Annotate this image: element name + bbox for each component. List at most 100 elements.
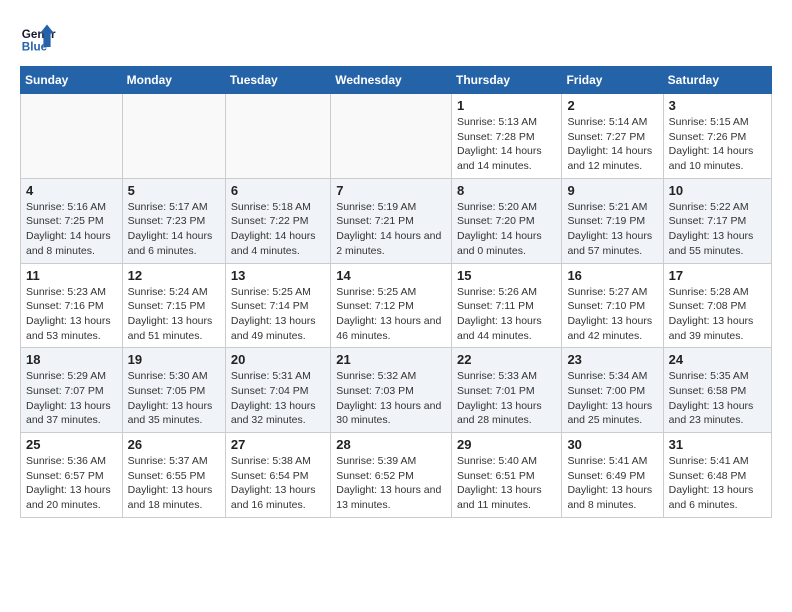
day-number: 13 (231, 268, 325, 283)
day-info: Sunrise: 5:25 AM Sunset: 7:12 PM Dayligh… (336, 285, 446, 344)
calendar-table: SundayMondayTuesdayWednesdayThursdayFrid… (20, 66, 772, 518)
day-number: 2 (567, 98, 657, 113)
calendar-cell: 26 Sunrise: 5:37 AM Sunset: 6:55 PM Dayli… (122, 433, 225, 518)
day-number: 21 (336, 352, 446, 367)
day-number: 30 (567, 437, 657, 452)
day-info: Sunrise: 5:31 AM Sunset: 7:04 PM Dayligh… (231, 369, 325, 428)
day-number: 3 (669, 98, 766, 113)
day-info: Sunrise: 5:34 AM Sunset: 7:00 PM Dayligh… (567, 369, 657, 428)
day-info: Sunrise: 5:29 AM Sunset: 7:07 PM Dayligh… (26, 369, 117, 428)
calendar-cell: 5Sunrise: 5:17 AM Sunset: 7:23 PM Daylig… (122, 178, 225, 263)
calendar-week-3: 11Sunrise: 5:23 AM Sunset: 7:16 PM Dayli… (21, 263, 772, 348)
day-info: Sunrise: 5:30 AM Sunset: 7:05 PM Dayligh… (128, 369, 220, 428)
day-number: 26 (128, 437, 220, 452)
calendar-cell: 23 Sunrise: 5:34 AM Sunset: 7:00 PM Dayli… (562, 348, 663, 433)
day-number: 9 (567, 183, 657, 198)
day-number: 19 (128, 352, 220, 367)
calendar-cell: 12 Sunrise: 5:24 AM Sunset: 7:15 PM Dayli… (122, 263, 225, 348)
day-info: Sunrise: 5:28 AM Sunset: 7:08 PM Dayligh… (669, 285, 766, 344)
calendar-cell: 28 Sunrise: 5:39 AM Sunset: 6:52 PM Dayli… (331, 433, 452, 518)
weekday-header-friday: Friday (562, 67, 663, 94)
day-info: Sunrise: 5:33 AM Sunset: 7:01 PM Dayligh… (457, 369, 556, 428)
calendar-cell: 7 Sunrise: 5:19 AM Sunset: 7:21 PM Daylig… (331, 178, 452, 263)
weekday-header-wednesday: Wednesday (331, 67, 452, 94)
calendar-week-5: 25Sunrise: 5:36 AM Sunset: 6:57 PM Dayli… (21, 433, 772, 518)
calendar-cell: 14 Sunrise: 5:25 AM Sunset: 7:12 PM Dayli… (331, 263, 452, 348)
day-number: 15 (457, 268, 556, 283)
day-number: 29 (457, 437, 556, 452)
calendar-cell: 6 Sunrise: 5:18 AM Sunset: 7:22 PM Daylig… (225, 178, 330, 263)
calendar-cell: 8Sunrise: 5:20 AM Sunset: 7:20 PM Daylig… (451, 178, 561, 263)
calendar-cell: 21Sunrise: 5:32 AM Sunset: 7:03 PM Dayli… (331, 348, 452, 433)
day-number: 24 (669, 352, 766, 367)
day-info: Sunrise: 5:16 AM Sunset: 7:25 PM Dayligh… (26, 200, 117, 259)
day-number: 25 (26, 437, 117, 452)
day-number: 23 (567, 352, 657, 367)
day-number: 10 (669, 183, 766, 198)
weekday-header-sunday: Sunday (21, 67, 123, 94)
day-number: 1 (457, 98, 556, 113)
calendar-cell (21, 94, 123, 179)
calendar-cell: 9 Sunrise: 5:21 AM Sunset: 7:19 PM Daylig… (562, 178, 663, 263)
day-number: 14 (336, 268, 446, 283)
day-info: Sunrise: 5:23 AM Sunset: 7:16 PM Dayligh… (26, 285, 117, 344)
calendar-cell: 22 Sunrise: 5:33 AM Sunset: 7:01 PM Dayli… (451, 348, 561, 433)
day-number: 17 (669, 268, 766, 283)
day-number: 4 (26, 183, 117, 198)
day-info: Sunrise: 5:19 AM Sunset: 7:21 PM Dayligh… (336, 200, 446, 259)
day-info: Sunrise: 5:40 AM Sunset: 6:51 PM Dayligh… (457, 454, 556, 513)
day-info: Sunrise: 5:41 AM Sunset: 6:48 PM Dayligh… (669, 454, 766, 513)
calendar-cell (225, 94, 330, 179)
page-header: General Blue (20, 20, 772, 56)
day-info: Sunrise: 5:18 AM Sunset: 7:22 PM Dayligh… (231, 200, 325, 259)
day-info: Sunrise: 5:41 AM Sunset: 6:49 PM Dayligh… (567, 454, 657, 513)
calendar-cell: 1 Sunrise: 5:13 AM Sunset: 7:28 PM Daylig… (451, 94, 561, 179)
day-info: Sunrise: 5:21 AM Sunset: 7:19 PM Dayligh… (567, 200, 657, 259)
day-number: 16 (567, 268, 657, 283)
day-info: Sunrise: 5:13 AM Sunset: 7:28 PM Dayligh… (457, 115, 556, 174)
logo: General Blue (20, 20, 56, 56)
calendar-cell: 16 Sunrise: 5:27 AM Sunset: 7:10 PM Dayli… (562, 263, 663, 348)
day-info: Sunrise: 5:25 AM Sunset: 7:14 PM Dayligh… (231, 285, 325, 344)
day-info: Sunrise: 5:26 AM Sunset: 7:11 PM Dayligh… (457, 285, 556, 344)
calendar-cell: 29 Sunrise: 5:40 AM Sunset: 6:51 PM Dayli… (451, 433, 561, 518)
calendar-cell: 25Sunrise: 5:36 AM Sunset: 6:57 PM Dayli… (21, 433, 123, 518)
day-info: Sunrise: 5:38 AM Sunset: 6:54 PM Dayligh… (231, 454, 325, 513)
day-number: 7 (336, 183, 446, 198)
day-info: Sunrise: 5:39 AM Sunset: 6:52 PM Dayligh… (336, 454, 446, 513)
day-number: 5 (128, 183, 220, 198)
calendar-cell: 24 Sunrise: 5:35 AM Sunset: 6:58 PM Dayli… (663, 348, 771, 433)
day-info: Sunrise: 5:20 AM Sunset: 7:20 PM Dayligh… (457, 200, 556, 259)
calendar-week-4: 18Sunrise: 5:29 AM Sunset: 7:07 PM Dayli… (21, 348, 772, 433)
day-info: Sunrise: 5:35 AM Sunset: 6:58 PM Dayligh… (669, 369, 766, 428)
day-number: 12 (128, 268, 220, 283)
calendar-cell: 4 Sunrise: 5:16 AM Sunset: 7:25 PM Daylig… (21, 178, 123, 263)
day-number: 20 (231, 352, 325, 367)
day-number: 6 (231, 183, 325, 198)
day-number: 28 (336, 437, 446, 452)
day-info: Sunrise: 5:27 AM Sunset: 7:10 PM Dayligh… (567, 285, 657, 344)
calendar-cell: 31 Sunrise: 5:41 AM Sunset: 6:48 PM Dayli… (663, 433, 771, 518)
calendar-cell (331, 94, 452, 179)
day-number: 22 (457, 352, 556, 367)
calendar-cell: 10Sunrise: 5:22 AM Sunset: 7:17 PM Dayli… (663, 178, 771, 263)
day-number: 31 (669, 437, 766, 452)
calendar-cell: 3 Sunrise: 5:15 AM Sunset: 7:26 PM Daylig… (663, 94, 771, 179)
day-info: Sunrise: 5:37 AM Sunset: 6:55 PM Dayligh… (128, 454, 220, 513)
day-number: 27 (231, 437, 325, 452)
calendar-cell: 17 Sunrise: 5:28 AM Sunset: 7:08 PM Dayli… (663, 263, 771, 348)
weekday-header-tuesday: Tuesday (225, 67, 330, 94)
calendar-cell: 2 Sunrise: 5:14 AM Sunset: 7:27 PM Daylig… (562, 94, 663, 179)
calendar-cell (122, 94, 225, 179)
calendar-cell: 18Sunrise: 5:29 AM Sunset: 7:07 PM Dayli… (21, 348, 123, 433)
calendar-cell: 27 Sunrise: 5:38 AM Sunset: 6:54 PM Dayli… (225, 433, 330, 518)
calendar-cell: 30 Sunrise: 5:41 AM Sunset: 6:49 PM Dayli… (562, 433, 663, 518)
day-info: Sunrise: 5:24 AM Sunset: 7:15 PM Dayligh… (128, 285, 220, 344)
calendar-cell: 15 Sunrise: 5:26 AM Sunset: 7:11 PM Dayli… (451, 263, 561, 348)
calendar-cell: 19 Sunrise: 5:30 AM Sunset: 7:05 PM Dayli… (122, 348, 225, 433)
calendar-cell: 13 Sunrise: 5:25 AM Sunset: 7:14 PM Dayli… (225, 263, 330, 348)
day-info: Sunrise: 5:15 AM Sunset: 7:26 PM Dayligh… (669, 115, 766, 174)
calendar-cell: 20 Sunrise: 5:31 AM Sunset: 7:04 PM Dayli… (225, 348, 330, 433)
calendar-week-1: 1 Sunrise: 5:13 AM Sunset: 7:28 PM Daylig… (21, 94, 772, 179)
day-info: Sunrise: 5:14 AM Sunset: 7:27 PM Dayligh… (567, 115, 657, 174)
